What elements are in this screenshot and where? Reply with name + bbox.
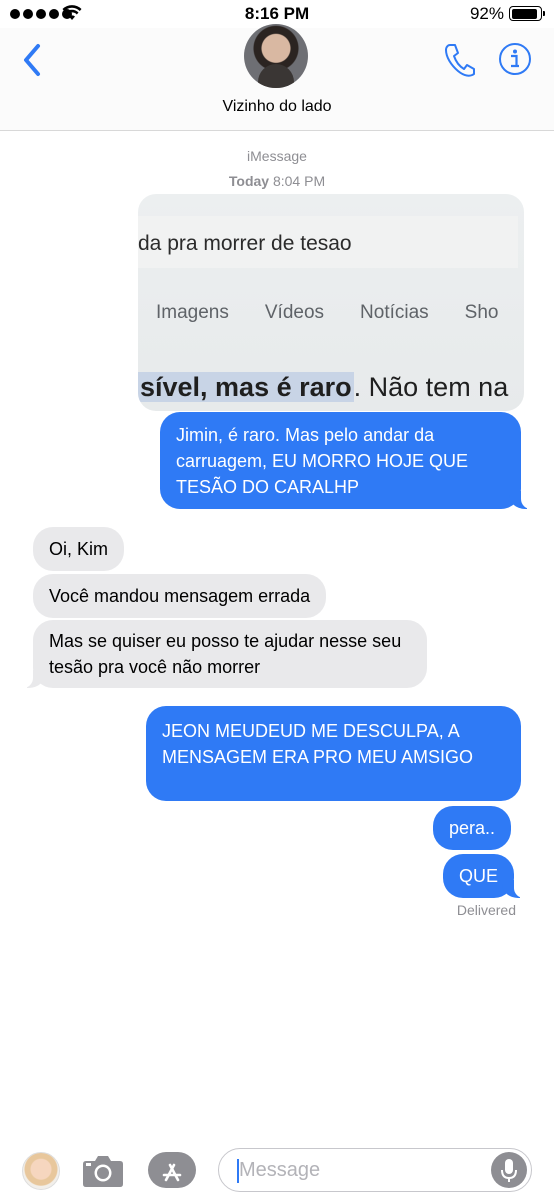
info-icon[interactable] [498, 42, 532, 76]
microphone-icon[interactable] [491, 1152, 527, 1188]
sent-message[interactable]: JEON MEUDEUD ME DESCULPA, A MENSAGEM ERA… [146, 706, 521, 801]
received-message[interactable]: Mas se quiser eu posso te ajudar nesse s… [21, 620, 427, 688]
message-timestamp: Today 8:04 PM [0, 173, 554, 189]
battery-icon [509, 6, 545, 21]
delivery-status: Delivered [456, 902, 516, 918]
contact-name[interactable]: Vizinho do lado [0, 98, 554, 116]
back-chevron-icon[interactable] [18, 40, 48, 80]
timestamp-time: 8:04 PM [272, 173, 326, 189]
input-bar [0, 1140, 554, 1200]
conversation-header: Vizinho do lado [0, 24, 554, 131]
image-tab: Vídeos [264, 302, 325, 323]
sent-message[interactable]: Jimin, é raro. Mas pelo andar da carruag… [160, 412, 533, 509]
image-tab: Notícias [360, 302, 429, 323]
app-store-icon[interactable] [148, 1152, 196, 1188]
received-message[interactable]: Você mandou mensagem errada [33, 574, 327, 618]
image-result-rest: . Não tem na [353, 372, 509, 402]
image-search-query: da pra morrer de tesao [138, 232, 352, 255]
image-result-highlight: sível, mas é raro [138, 372, 354, 402]
memoji-icon[interactable] [22, 1152, 60, 1190]
sent-message[interactable]: pera.. [433, 806, 512, 850]
image-tab: Imagens [156, 302, 229, 323]
sent-message[interactable]: QUE [443, 854, 527, 898]
message-input[interactable] [239, 1155, 479, 1185]
image-result-text: sível, mas é raro. Não tem na [138, 372, 508, 403]
message-field[interactable] [218, 1148, 532, 1192]
image-message[interactable]: da pra morrer de tesao Imagens Vídeos No… [138, 194, 524, 411]
timestamp-day: Today [228, 173, 270, 189]
contact-avatar[interactable] [244, 24, 308, 88]
service-label: iMessage [247, 148, 307, 164]
image-tab: Sho [464, 302, 499, 323]
phone-icon[interactable] [442, 42, 476, 78]
battery-percent: 92% [469, 4, 504, 23]
camera-icon[interactable] [82, 1152, 124, 1188]
received-message[interactable]: Oi, Kim [33, 527, 125, 571]
image-search-tabs: Imagens Vídeos Notícias Sho [156, 302, 498, 324]
